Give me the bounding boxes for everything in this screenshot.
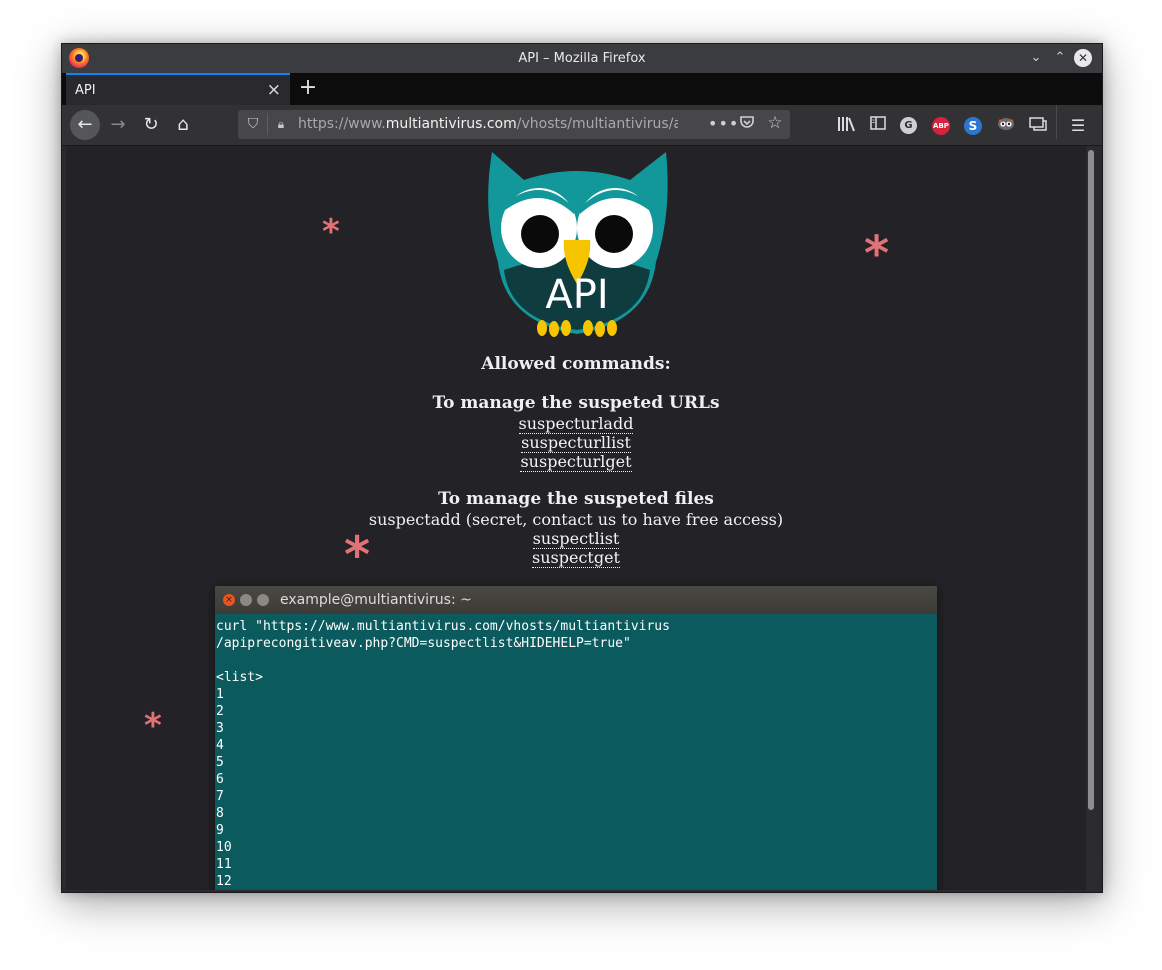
terminal-maximize-icon	[257, 594, 269, 606]
terminal-line: /apiprecongitiveav.php?CMD=suspectlist&H…	[216, 636, 631, 651]
urls-section-title: To manage the suspeted URLs	[432, 393, 720, 413]
asterisk-decoration: *	[864, 226, 890, 282]
terminal-line: 7	[216, 789, 224, 804]
logo-text: API	[545, 272, 608, 318]
terminal-minimize-icon	[240, 594, 252, 606]
close-window-icon[interactable]: ✕	[1074, 49, 1092, 67]
tab-bar: API × +	[62, 73, 1102, 105]
owl-api-logo: API	[488, 152, 668, 337]
shield-icon[interactable]: ⛉	[245, 115, 261, 133]
library-icon[interactable]	[836, 116, 856, 136]
terminal-close-icon: ×	[223, 594, 235, 606]
tab-api[interactable]: API ×	[66, 73, 290, 105]
link-suspectlist[interactable]: suspectlist	[532, 529, 620, 549]
allowed-commands-heading: Allowed commands:	[481, 354, 671, 374]
minimize-icon[interactable]: ⌄	[1027, 49, 1045, 67]
terminal-example: × example@multiantivirus: ~ curl "https:…	[215, 586, 937, 890]
more-icon[interactable]: •••	[708, 114, 739, 133]
menu-icon[interactable]: ☰	[1068, 116, 1088, 136]
browser-window: API – Mozilla Firefox ⌄ ⌃ ✕ API × + ← → …	[61, 43, 1103, 893]
asterisk-decoration: *	[144, 706, 162, 746]
lock-icon[interactable]: 🔒︎	[274, 115, 288, 133]
terminal-line: 3	[216, 721, 224, 736]
g-extension-icon[interactable]: G	[900, 117, 917, 134]
url-separator	[267, 113, 268, 135]
navigation-toolbar: ← → ↻ ⌂ ⛉ 🔒︎ https://www.multiantivirus.…	[62, 105, 1102, 146]
abp-icon[interactable]: ABP	[932, 117, 950, 135]
title-bar: API – Mozilla Firefox ⌄ ⌃ ✕	[62, 44, 1102, 73]
terminal-line: 5	[216, 755, 224, 770]
page-viewport: API * * * * Allowed commands: To manage …	[66, 146, 1086, 890]
page-content: API * * * * Allowed commands: To manage …	[66, 146, 1086, 890]
suspectadd-note: suspectadd (secret, contact us to have f…	[368, 510, 784, 529]
url-text[interactable]: https://www.multiantivirus.com/vhosts/mu…	[298, 116, 678, 132]
terminal-line: <list>	[216, 670, 263, 685]
url-path: /vhosts/multiantivirus/apiprecongitiveav…	[516, 116, 678, 132]
toolbar-divider	[1056, 105, 1057, 139]
pocket-icon[interactable]	[738, 114, 756, 132]
terminal-line: 1	[216, 687, 224, 702]
url-bar[interactable]: ⛉ 🔒︎ https://www.multiantivirus.com/vhos…	[238, 110, 790, 139]
close-tab-icon[interactable]: ×	[267, 80, 281, 100]
maximize-icon[interactable]: ⌃	[1051, 49, 1069, 67]
terminal-line: 11	[216, 857, 232, 872]
star-icon[interactable]: ☆	[766, 113, 784, 133]
new-tab-icon[interactable]: +	[297, 76, 319, 100]
files-section-title: To manage the suspeted files	[438, 489, 714, 509]
url-prefix: https://www.	[298, 116, 386, 132]
terminal-line: 10	[216, 840, 232, 855]
home-icon[interactable]: ⌂	[168, 110, 198, 140]
reload-icon[interactable]: ↻	[136, 110, 166, 140]
synced-tabs-icon[interactable]	[1028, 116, 1048, 136]
window-title: API – Mozilla Firefox	[518, 51, 646, 66]
scrollbar-thumb[interactable]	[1088, 150, 1094, 810]
forward-icon[interactable]: →	[103, 110, 133, 140]
terminal-title: example@multiantivirus: ~	[280, 592, 472, 608]
link-suspectget[interactable]: suspectget	[532, 548, 620, 568]
terminal-line: 2	[216, 704, 224, 719]
link-suspecturllist[interactable]: suspecturllist	[521, 433, 631, 453]
back-icon[interactable]: ←	[70, 110, 100, 140]
tab-label: API	[75, 83, 96, 98]
terminal-line: 9	[216, 823, 224, 838]
terminal-line: curl "https://www.multiantivirus.com/vho…	[216, 619, 670, 634]
sidebar-icon[interactable]	[868, 116, 888, 136]
terminal-titlebar: × example@multiantivirus: ~	[215, 586, 937, 614]
page-scrollbar[interactable]	[1086, 146, 1098, 890]
s-extension-icon[interactable]: S	[964, 117, 982, 135]
terminal-output: curl "https://www.multiantivirus.com/vho…	[216, 618, 932, 890]
terminal-line: 12	[216, 874, 232, 889]
terminal-line: 4	[216, 738, 224, 753]
terminal-line: 8	[216, 806, 224, 821]
url-domain: multiantivirus.com	[385, 116, 517, 132]
asterisk-decoration: *	[322, 212, 340, 252]
terminal-line: 6	[216, 772, 224, 787]
tracker-icon[interactable]	[996, 116, 1016, 136]
link-suspecturladd[interactable]: suspecturladd	[518, 414, 634, 434]
link-suspecturlget[interactable]: suspecturlget	[520, 452, 632, 472]
